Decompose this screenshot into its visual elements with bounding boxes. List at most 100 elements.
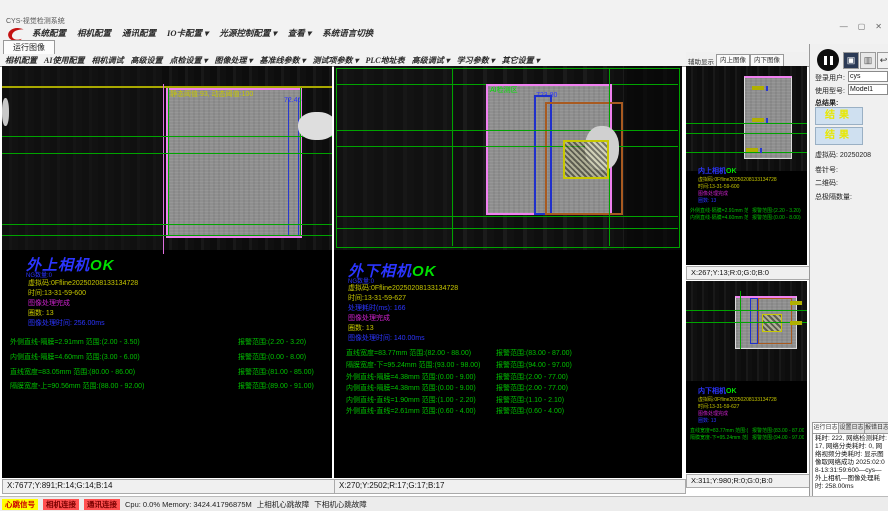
left-camera-panel[interactable]: 静态阈值:93, 动态阈值:100 72.46 外上相机OK NG数量:0 虚拟… (2, 66, 332, 478)
login-user-input[interactable] (848, 71, 888, 82)
preview-top-coordinate-bar: X:267;Y:13;R:0;G:0;B:0 (686, 266, 811, 280)
preview-bottom-image (686, 281, 807, 381)
preview-bottom-meas: 报警范围:(83.00 - 87.00) (752, 427, 804, 434)
preview-bottom-line: 圈数: 13 (698, 417, 798, 424)
close-icon[interactable]: ✕ (875, 22, 882, 31)
preview-header-label: 辅助显示 (686, 56, 716, 66)
log-textbox[interactable]: 耗时: 222, 网络检测耗时: 17, 网络分类耗时: 0, 网络视频分类耗时… (812, 433, 888, 497)
maximize-icon[interactable]: ▢ (858, 22, 866, 31)
preview-top-panel[interactable]: 内上相机OK 虚拟码:0Ffline20250208133134728 时间:1… (686, 66, 807, 265)
sidebar: ▣ ▥ ↩ 登录用户: 使用型号: 总结果: 结果 结果 虚拟码: 202502… (809, 44, 888, 496)
measurement-row: 内侧直线-隔膜=4.60mm 范围:(3.00 - 6.00) (10, 352, 140, 362)
preview-bottom-title: 内下相机OK (698, 386, 737, 396)
total-layer-count-label: 总极隔数量: (815, 192, 852, 202)
measurement-row: 内侧直线-隔膜=4.38mm 范围:(0.00 - 9.00) (346, 383, 476, 393)
grid-tool-button[interactable]: ▥ (860, 52, 876, 69)
tool-advanced-debug[interactable]: 高级调试 ▾ (412, 55, 450, 66)
menu-system-config[interactable]: 系统配置 (32, 27, 66, 39)
left-roi-rect (166, 88, 302, 238)
preview-top-image (686, 66, 807, 171)
menu-comm-config[interactable]: 通讯配置 (122, 27, 156, 39)
mid-barcode: 虚拟码:0Ffline20250208133134728 (348, 283, 458, 293)
lower-camera-status: 下相机心跳故障 (314, 499, 367, 510)
pause-button[interactable] (817, 49, 839, 71)
minimize-icon[interactable]: — (840, 22, 848, 31)
left-proc-time: 图像处理时间: 256.00ms (28, 318, 105, 328)
back-arrow-button[interactable]: ↩ (877, 52, 888, 69)
menu-light-config[interactable]: 光源控制配置 ▾ (219, 27, 276, 39)
menu-camera-config[interactable]: 相机配置 (77, 27, 111, 39)
mid-camera-panel[interactable]: AI检测区 723.80 外下相机OK NG数量:0 虚拟码:0Ffline20… (334, 66, 682, 478)
menu-bar: 系统配置 相机配置 通讯配置 IO卡配置 ▾ 光源控制配置 ▾ 查看 ▾ 系统语… (32, 27, 373, 39)
preview-bottom-meas: 直线宽度=83.77mm 范围:(82.00 - 88.00) (690, 427, 748, 434)
menu-view[interactable]: 查看 ▾ (288, 27, 311, 39)
tool-camera-debug[interactable]: 相机调试 (91, 55, 123, 66)
preview-top-line: 时间:13-31-59-600 (698, 183, 798, 190)
mid-yellow-rect (563, 140, 609, 179)
tab-run-image[interactable]: 运行图像 (3, 40, 55, 54)
preview-top-meas: 报警范围:(2.20 - 3.20) (752, 207, 804, 214)
upper-camera-status: 上相机心跳故障 (257, 499, 310, 510)
window-controls: — ▢ ✕ (840, 22, 882, 31)
measurement-row: 隔膜宽度-上=90.56mm 范围:(88.00 - 92.00) (10, 381, 144, 391)
mid-coordinate-bar: X:270;Y:2502;R:17;G:17;B:17 (334, 479, 686, 494)
tool-test-params[interactable]: 测试项参数 ▾ (313, 55, 359, 66)
tool-other-settings[interactable]: 其它设置 ▾ (502, 55, 540, 66)
camera-tool-button[interactable]: ▣ (843, 52, 859, 69)
toolbar: 相机配置 AI使用配置 相机调试 高级设置 点检设置 ▾ 图像处理 ▾ 基准线参… (5, 55, 540, 66)
left-threshold-label: 静态阈值:93, 动态阈值:100 (170, 89, 253, 99)
heartbeat-badge: 心跳信号 (2, 499, 38, 510)
preview-top-meas: 内侧直线-隔膜=4.60mm 范围:(3.00 - 6.00) (690, 214, 748, 221)
tool-learn-params[interactable]: 学习参数 ▾ (457, 55, 495, 66)
tool-camera-config[interactable]: 相机配置 (5, 55, 37, 66)
tool-ai-config[interactable]: AI使用配置 (44, 55, 84, 66)
status-bar: 心跳信号 相机连接 通讯连接 Cpu: 0.0% Memory: 3424.41… (0, 496, 888, 511)
mid-turns: 圈数: 13 (348, 323, 374, 333)
camera-connect-badge: 相机连接 (43, 499, 79, 510)
measurement-row: 隔膜宽度-下=95.24mm 范围:(93.00 - 98.00) (346, 360, 480, 370)
left-coordinate-bar: X:7677;Y:891;R:14;G:14;B:14 (2, 479, 336, 494)
login-user-label: 登录用户: (815, 73, 845, 83)
preview-tab-inner-bottom[interactable]: 内下图像 (750, 54, 784, 66)
mid-proc-time: 图像处理时间: 140.00ms (348, 333, 425, 343)
mid-camera-image: AI检测区 723.80 (334, 66, 682, 250)
tool-image-processing[interactable]: 图像处理 ▾ (214, 55, 252, 66)
comm-connect-badge: 通讯连接 (84, 499, 120, 510)
window-title: CYS-视觉检测系统 (6, 16, 65, 26)
tool-plc-table[interactable]: PLC地址表 (366, 55, 405, 66)
preview-bottom-meas: 隔膜宽度-下=95.24mm 范围:(93.00 - 98.00) (690, 434, 748, 441)
alarm-range: 报警范围:(1.10 - 2.10) (496, 395, 564, 405)
pin-number-label: 卷针号: (815, 165, 838, 175)
alarm-range: 报警范围:(83.00 - 87.00) (496, 348, 572, 358)
measurement-row: 外侧直线-隔膜=4.38mm 范围:(0.00 - 9.00) (346, 372, 476, 382)
alarm-range: 报警范围:(89.00 - 91.00) (238, 381, 314, 391)
alarm-range: 报警范围:(2.00 - 77.00) (496, 372, 568, 382)
preview-top-line: 图像处理完成 (698, 190, 798, 197)
tool-baseline-params[interactable]: 基准线参数 ▾ (259, 55, 305, 66)
app-window: CYS-视觉检测系统 — ▢ ✕ 系统配置 相机配置 通讯配置 IO卡配置 ▾ … (0, 0, 888, 522)
alarm-range: 报警范围:(81.00 - 85.00) (238, 367, 314, 377)
preview-bottom-line: 虚拟码:0Ffline20250208133134728 (698, 396, 798, 403)
measurement-row: 直线宽度=83.77mm 范围:(82.00 - 88.00) (346, 348, 471, 358)
model-input[interactable] (848, 84, 888, 95)
menu-language[interactable]: 系统语言切换 (322, 27, 373, 39)
preview-top-line: 虚拟码:0Ffline20250208133134728 (698, 176, 798, 183)
alarm-range: 报警范围:(2.20 - 3.20) (238, 337, 306, 347)
alarm-range: 报警范围:(0.60 - 4.00) (496, 406, 564, 416)
qr-code-label: 二维码: (815, 178, 838, 188)
preview-tab-inner-top[interactable]: 内上图像 (716, 54, 750, 66)
left-time: 时间:13-31-59-600 (28, 288, 86, 298)
menu-io-config[interactable]: IO卡配置 ▾ (167, 27, 208, 39)
virtual-code-label: 虚拟码: 20250208 (815, 150, 871, 160)
preview-bottom-panel[interactable]: 内下相机OK 虚拟码:0Ffline20250208133134728 时间:1… (686, 281, 807, 473)
left-barcode: 虚拟码:0Ffline20250208133134728 (28, 278, 138, 288)
preview-bottom-meas: 报警范围:(94.00 - 97.00) (752, 434, 804, 441)
preview-bottom-coordinate-bar: X:311;Y:980;R:0;G:0;B:0 (686, 474, 811, 488)
tool-spot-check[interactable]: 点检设置 ▾ (169, 55, 207, 66)
virtual-code-value: 20250208 (840, 152, 871, 159)
mid-time: 时间:13-31-59-627 (348, 293, 406, 303)
alarm-range: 报警范围:(94.00 - 97.00) (496, 360, 572, 370)
left-white-object (298, 112, 332, 140)
tool-advanced-settings[interactable]: 高级设置 (130, 55, 162, 66)
preview-header: 辅助显示 内上图像 内下图像 (686, 52, 808, 66)
